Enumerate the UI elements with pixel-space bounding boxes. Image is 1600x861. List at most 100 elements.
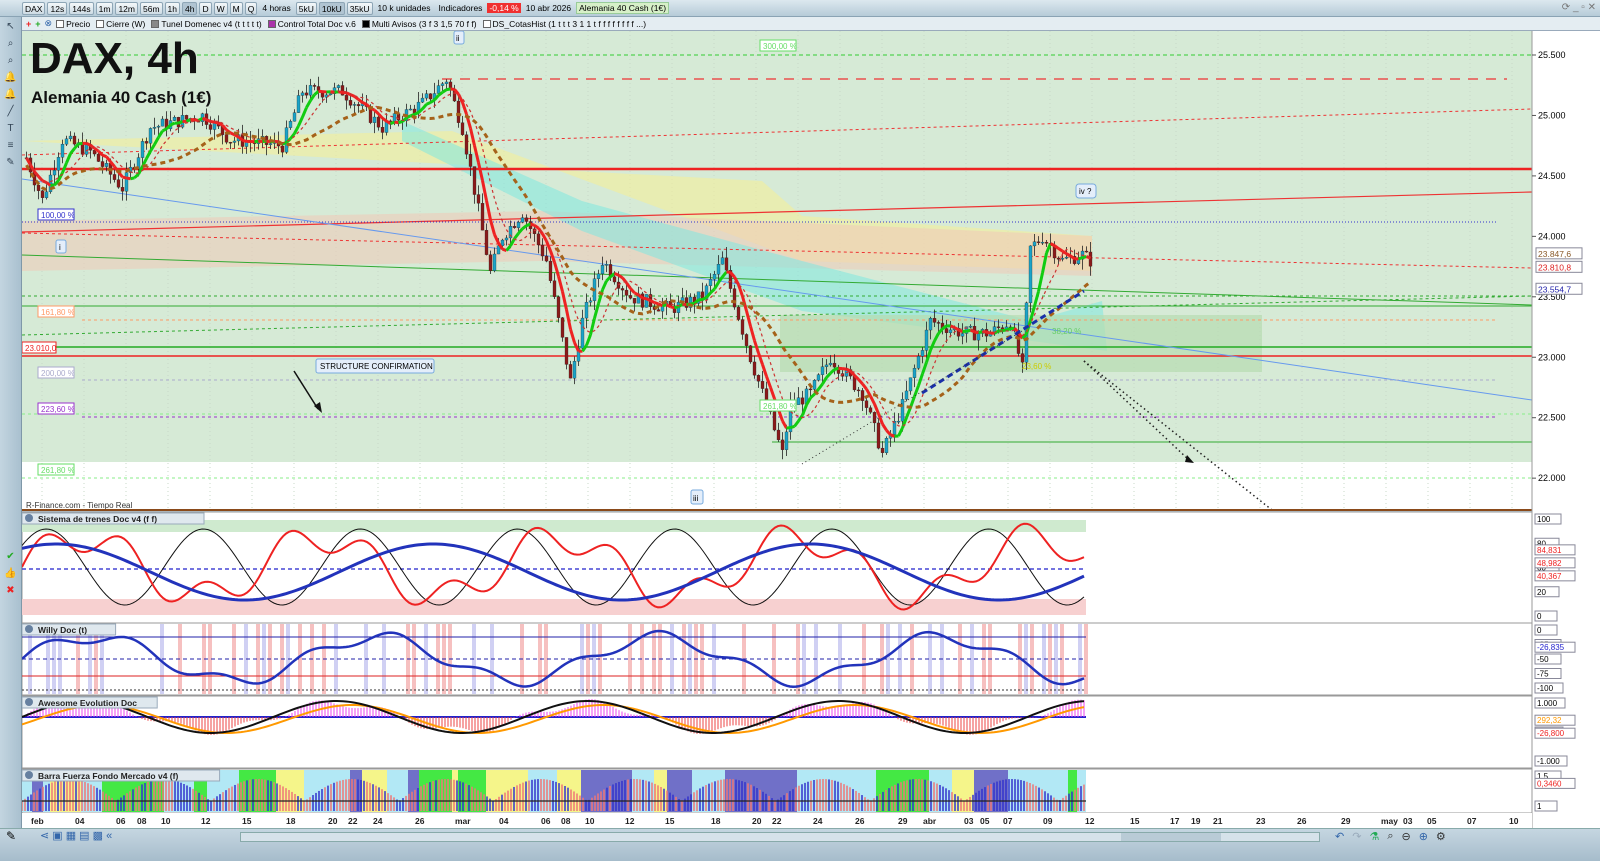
legend-item[interactable]: Multi Avisos (3 f 3 1,5 70 f f) bbox=[361, 19, 477, 29]
window-controls[interactable]: ⟳ _ ▫ ✕ bbox=[1562, 2, 1596, 13]
horizontal-scrollbar[interactable] bbox=[240, 832, 1320, 842]
indicator-icon[interactable]: ⚗ bbox=[1369, 830, 1379, 843]
candle bbox=[312, 85, 317, 87]
target-zone bbox=[780, 315, 1262, 372]
candle bbox=[784, 431, 789, 450]
share-icon[interactable]: ⋖ ▣ ▦ ▤ ▩ « bbox=[40, 829, 112, 842]
candle bbox=[748, 345, 753, 363]
legend-label: Control Total Doc v.6 bbox=[277, 18, 356, 29]
redo-icon[interactable]: ↷ bbox=[1352, 830, 1361, 843]
interval-D[interactable]: D bbox=[199, 1, 212, 15]
candle bbox=[288, 121, 293, 128]
legend-swatch bbox=[56, 19, 65, 28]
interval-1h[interactable]: 1h bbox=[164, 1, 181, 15]
value-label: -26,800 bbox=[1537, 729, 1565, 738]
candle bbox=[504, 237, 509, 241]
panel-close-icon[interactable] bbox=[25, 514, 33, 522]
chart-area[interactable]: DAX, 4h Alemania 40 Cash (1€) 100,00 % 161,… bbox=[22, 31, 1600, 828]
date-label: 20 bbox=[752, 816, 762, 826]
zoom-in-icon[interactable]: ⊕ bbox=[1419, 830, 1428, 843]
candle bbox=[428, 93, 433, 100]
interval-W[interactable]: W bbox=[213, 1, 228, 15]
bell-icon[interactable]: 🔔 bbox=[3, 88, 19, 102]
value-label: 48,982 bbox=[1537, 559, 1562, 568]
units-select[interactable]: 10 k unidades bbox=[375, 3, 434, 13]
current-price-p2: 23.810,8 bbox=[1538, 262, 1571, 272]
unit-10kU[interactable]: 10kU bbox=[318, 1, 345, 15]
date-label: 15 bbox=[665, 816, 675, 826]
value-label: 0,3460 bbox=[1537, 779, 1562, 788]
interval-Q[interactable]: Q bbox=[244, 1, 258, 15]
settings-icon[interactable]: ⚙ bbox=[1436, 830, 1446, 843]
close-icon[interactable]: ⊗ bbox=[45, 18, 53, 29]
interval-1m[interactable]: 1m bbox=[95, 1, 114, 15]
date-label: 23 bbox=[1256, 816, 1266, 826]
unit-5kU[interactable]: 5kU bbox=[295, 1, 317, 15]
candle bbox=[524, 217, 529, 222]
candle bbox=[348, 100, 353, 106]
candle bbox=[68, 135, 73, 140]
legend-item[interactable]: Control Total Doc v.6 bbox=[267, 18, 356, 29]
candle bbox=[944, 328, 949, 333]
thumbs-up-icon[interactable]: 👍 bbox=[3, 567, 19, 581]
fib-icon[interactable]: ≡ bbox=[3, 139, 19, 153]
indicators-button[interactable]: Indicadores bbox=[435, 3, 485, 13]
fast-ma-segment bbox=[446, 87, 451, 92]
interval-144s[interactable]: 144s bbox=[69, 1, 94, 15]
scroll-thumb[interactable] bbox=[1121, 833, 1221, 841]
zoom-area-icon[interactable]: ⌕ bbox=[3, 54, 19, 68]
panel-close-icon[interactable] bbox=[25, 771, 33, 779]
value-label: 292,32 bbox=[1537, 716, 1562, 725]
candle bbox=[824, 364, 829, 367]
fast-ma-segment bbox=[701, 296, 708, 301]
alert-icon[interactable]: 🔔 bbox=[3, 71, 19, 85]
panel-close-icon[interactable] bbox=[25, 625, 33, 633]
candle bbox=[36, 184, 41, 191]
legend-item[interactable]: Precio bbox=[56, 19, 90, 29]
add-icon[interactable]: + bbox=[26, 19, 31, 29]
zoom-icon[interactable]: ⌕ bbox=[3, 37, 19, 51]
candle bbox=[948, 329, 953, 333]
candle bbox=[344, 95, 349, 101]
interval-4h[interactable]: 4h bbox=[182, 1, 198, 15]
interval-M[interactable]: M bbox=[229, 1, 243, 15]
pencil-icon[interactable]: ✎ bbox=[6, 829, 16, 843]
unit-buttons: 5kU 10kU 35kU bbox=[295, 1, 373, 15]
zoom-out-icon[interactable]: ⊖ bbox=[1401, 830, 1410, 843]
fast-ma-segment bbox=[197, 116, 204, 122]
symbol-select[interactable]: DAX bbox=[22, 1, 46, 15]
candle bbox=[632, 298, 637, 304]
legend-item[interactable]: Cierre (W) bbox=[96, 19, 145, 29]
legend-label: Cierre (W) bbox=[106, 18, 146, 29]
candle bbox=[140, 141, 145, 158]
period-select[interactable]: 4 horas bbox=[259, 3, 293, 13]
fast-ma-segment bbox=[214, 120, 219, 125]
candle bbox=[104, 163, 109, 167]
undo-icon[interactable]: ↶ bbox=[1335, 830, 1344, 843]
candle bbox=[560, 317, 565, 338]
interval-12m[interactable]: 12m bbox=[115, 1, 138, 15]
unit-35kU[interactable]: 35kU bbox=[346, 1, 373, 15]
interval-12s[interactable]: 12s bbox=[47, 1, 68, 15]
candle bbox=[716, 264, 721, 275]
cursor-icon[interactable]: ↖ bbox=[3, 20, 19, 34]
legend-item[interactable]: Tunel Domenec v4 (t t t t t) bbox=[151, 19, 262, 29]
date-label: 18 bbox=[711, 816, 721, 826]
candle bbox=[520, 217, 525, 223]
check-icon[interactable]: ✔ bbox=[3, 550, 19, 564]
panel-close-icon[interactable] bbox=[25, 698, 33, 706]
fast-ma-segment bbox=[966, 328, 971, 333]
pencil-icon[interactable]: ✎ bbox=[3, 156, 19, 170]
interval-56m[interactable]: 56m bbox=[140, 1, 163, 15]
zoom-fit-icon[interactable]: ⌕ bbox=[1387, 830, 1393, 843]
delete-icon[interactable]: ✖ bbox=[3, 584, 19, 598]
price-tick-label: 24.500 bbox=[1538, 171, 1566, 181]
candle bbox=[744, 334, 749, 346]
line-icon[interactable]: ╱ bbox=[3, 105, 19, 119]
candle bbox=[772, 411, 777, 431]
text-icon[interactable]: T bbox=[3, 122, 19, 136]
legend-item[interactable]: DS_CotasHist (1 t t t 3 1 1 t f f f f f … bbox=[482, 19, 646, 29]
candle bbox=[876, 422, 881, 449]
add-green-icon[interactable]: + bbox=[35, 19, 40, 29]
candle bbox=[872, 412, 877, 424]
